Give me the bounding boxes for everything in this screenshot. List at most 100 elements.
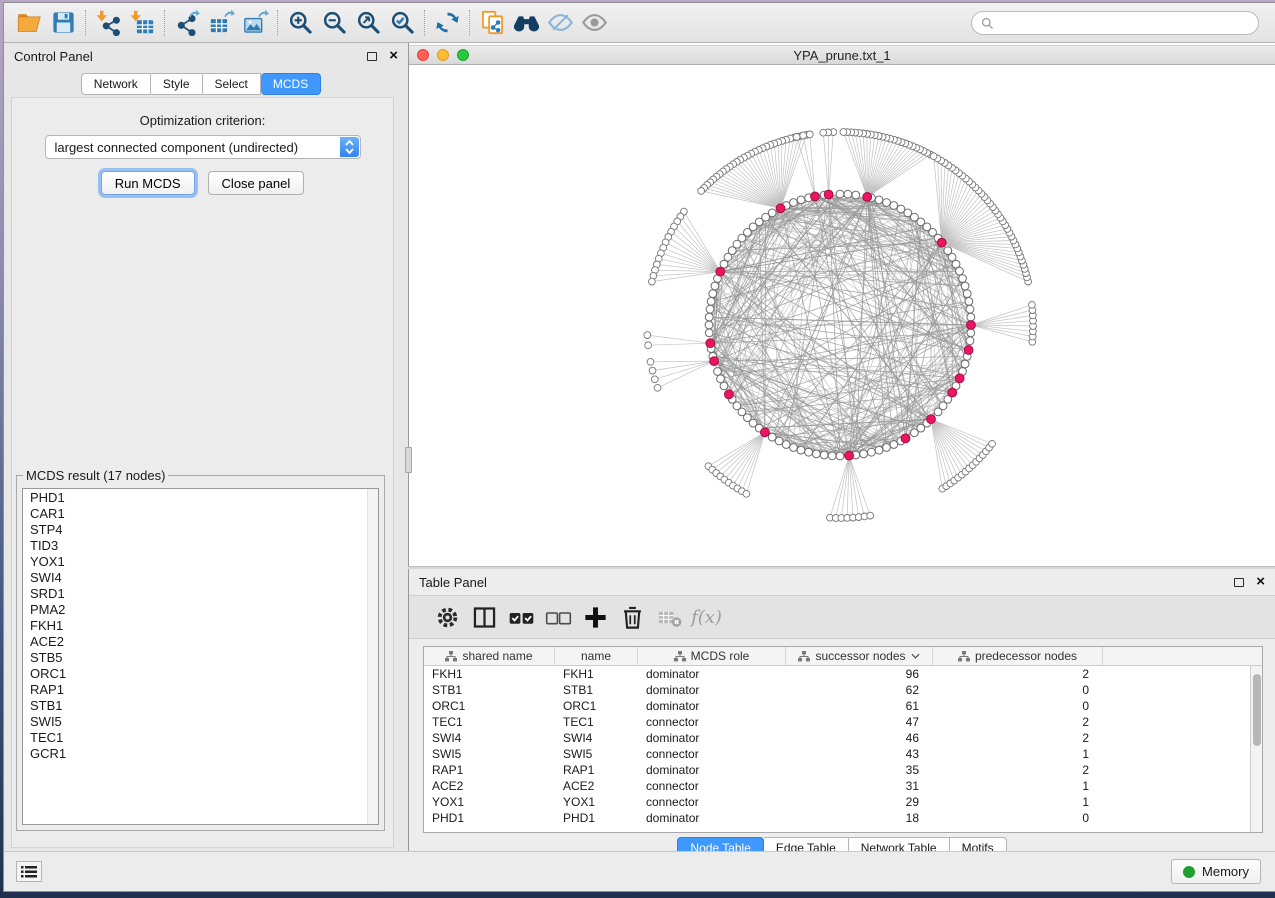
mcds-result-item[interactable]: CAR1 <box>30 506 378 522</box>
export-table-icon[interactable] <box>204 8 238 38</box>
mcds-result-item[interactable]: RAP1 <box>30 682 378 698</box>
tab-select[interactable]: Select <box>203 73 261 95</box>
column-header-predecessor-nodes[interactable]: predecessor nodes <box>933 647 1103 665</box>
mcds-result-item[interactable]: SRD1 <box>30 586 378 602</box>
export-image-icon[interactable] <box>238 8 272 38</box>
zoom-selected-icon[interactable] <box>385 8 419 38</box>
mcds-result-item[interactable]: YOX1 <box>30 554 378 570</box>
table-cell: dominator <box>638 730 786 746</box>
memory-button[interactable]: Memory <box>1171 859 1261 884</box>
refresh-icon[interactable] <box>430 8 464 38</box>
tab-mcds[interactable]: MCDS <box>261 73 321 95</box>
show-all-icon[interactable] <box>577 8 611 38</box>
table-row[interactable]: SWI5SWI5connector431 <box>424 746 1262 762</box>
mcds-result-item[interactable]: PHD1 <box>30 490 378 506</box>
table-row[interactable]: YOX1YOX1connector291 <box>424 794 1262 810</box>
table-panel: Table Panel × f(x) shared namenameMCDS r… <box>408 569 1275 851</box>
mcds-result-item[interactable]: FKH1 <box>30 618 378 634</box>
table-row[interactable]: ORC1ORC1dominator610 <box>424 698 1262 714</box>
table-cell: 1 <box>933 778 1103 794</box>
mcds-result-item[interactable]: ORC1 <box>30 666 378 682</box>
mcds-result-item[interactable]: TID3 <box>30 538 378 554</box>
table-row[interactable]: RAP1RAP1dominator352 <box>424 762 1262 778</box>
copy-network-icon[interactable] <box>475 8 509 38</box>
select-all-icon[interactable] <box>503 601 540 633</box>
mcds-result-item[interactable]: STB1 <box>30 698 378 714</box>
mcds-result-item[interactable]: SWI4 <box>30 570 378 586</box>
column-header-name[interactable]: name <box>555 647 638 665</box>
table-scrollbar[interactable] <box>1250 666 1262 832</box>
search-input[interactable] <box>995 15 1250 31</box>
function-builder-icon: f(x) <box>688 601 725 633</box>
table-cell: 2 <box>933 714 1103 730</box>
toggle-column-view-icon[interactable] <box>466 601 503 633</box>
table-cell: PHD1 <box>424 810 555 826</box>
main-toolbar <box>4 3 1275 43</box>
table-cell: dominator <box>638 666 786 682</box>
close-panel-icon[interactable]: × <box>389 51 398 61</box>
zoom-in-icon[interactable] <box>283 8 317 38</box>
save-session-icon[interactable] <box>46 8 80 38</box>
column-header-successor-nodes[interactable]: successor nodes <box>786 647 933 665</box>
task-list-icon <box>21 865 37 879</box>
float-panel-icon[interactable] <box>367 52 377 61</box>
close-panel-button[interactable]: Close panel <box>208 171 305 195</box>
table-cell: STB1 <box>424 682 555 698</box>
mcds-result-item[interactable]: GCR1 <box>30 746 378 762</box>
table-cell: SWI4 <box>424 730 555 746</box>
delete-column-icon[interactable] <box>614 601 651 633</box>
table-cell: PHD1 <box>555 810 638 826</box>
search-box <box>971 11 1259 35</box>
table-row[interactable]: PHD1PHD1dominator180 <box>424 810 1262 826</box>
column-header-MCDS-role[interactable]: MCDS role <box>638 647 786 665</box>
column-header-shared-name[interactable]: shared name <box>424 647 555 665</box>
mcds-result-item[interactable]: TEC1 <box>30 730 378 746</box>
mcds-result-item[interactable]: ACE2 <box>30 634 378 650</box>
table-row[interactable]: ACE2ACE2connector311 <box>424 778 1262 794</box>
run-mcds-button[interactable]: Run MCDS <box>101 171 195 195</box>
table-cell: RAP1 <box>424 762 555 778</box>
table-cell: SWI5 <box>555 746 638 762</box>
mcds-result-item[interactable]: SWI5 <box>30 714 378 730</box>
mcds-result-item[interactable]: PMA2 <box>30 602 378 618</box>
table-cell: ORC1 <box>424 698 555 714</box>
import-network-icon[interactable] <box>91 8 125 38</box>
mcds-result-item[interactable]: STP4 <box>30 522 378 538</box>
table-header-row: shared namenameMCDS rolesuccessor nodesp… <box>424 647 1262 666</box>
close-table-panel-icon[interactable]: × <box>1256 577 1265 587</box>
export-network-icon[interactable] <box>170 8 204 38</box>
open-file-icon[interactable] <box>12 8 46 38</box>
add-column-icon[interactable] <box>577 601 614 633</box>
zoom-out-icon[interactable] <box>317 8 351 38</box>
splitter-handle[interactable] <box>405 447 412 473</box>
import-table-icon[interactable] <box>125 8 159 38</box>
mcds-list-scrollbar[interactable] <box>367 489 378 824</box>
desktop: Control Panel × NetworkStyleSelectMCDS O… <box>0 0 1275 898</box>
table-row[interactable]: STB1STB1dominator620 <box>424 682 1262 698</box>
table-row[interactable]: TEC1TEC1connector472 <box>424 714 1262 730</box>
toolbar-divider <box>164 10 165 36</box>
task-history-button[interactable] <box>16 861 42 882</box>
table-row[interactable]: SWI4SWI4dominator462 <box>424 730 1262 746</box>
hide-selected-icon[interactable] <box>543 8 577 38</box>
table-cell: 1 <box>933 794 1103 810</box>
toolbar-divider <box>277 10 278 36</box>
first-neighbors-icon[interactable] <box>509 8 543 38</box>
zoom-fit-icon[interactable] <box>351 8 385 38</box>
mcds-result-title: MCDS result (17 nodes) <box>23 468 168 483</box>
optimization-criterion-select[interactable]: largest connected component (undirected) <box>45 135 361 159</box>
tab-network[interactable]: Network <box>81 73 151 95</box>
table-cell: YOX1 <box>424 794 555 810</box>
status-bar: Memory <box>4 851 1275 891</box>
table-settings-icon[interactable] <box>429 601 466 633</box>
mcds-panel: Optimization criterion: largest connecte… <box>11 97 394 848</box>
table-cell: 2 <box>933 762 1103 778</box>
table-row[interactable]: FKH1FKH1dominator962 <box>424 666 1262 682</box>
table-cell: FKH1 <box>424 666 555 682</box>
mcds-result-item[interactable]: STB5 <box>30 650 378 666</box>
memory-label: Memory <box>1202 864 1249 879</box>
tab-style[interactable]: Style <box>151 73 203 95</box>
network-canvas[interactable] <box>409 66 1275 563</box>
float-table-panel-icon[interactable] <box>1234 578 1244 587</box>
deselect-all-icon[interactable] <box>540 601 577 633</box>
